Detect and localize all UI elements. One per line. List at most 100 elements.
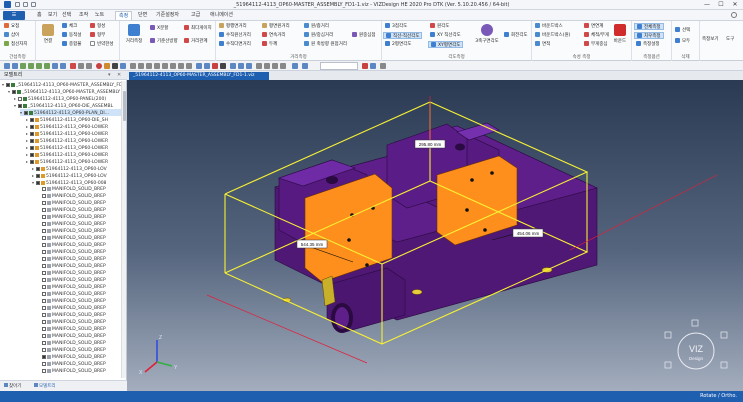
tree-row[interactable]: MANIFOLD_SOLID_BREP: [38, 291, 122, 298]
ribbon-item-active[interactable]: 전체측정: [634, 23, 664, 30]
tab-measure[interactable]: 측정: [115, 11, 133, 20]
ribbon-item[interactable]: 동적설: [62, 32, 81, 39]
connect-button[interactable]: 연결: [37, 23, 59, 51]
tab-section[interactable]: 단면: [135, 11, 150, 20]
tab-find[interactable]: 찾아기: [4, 383, 21, 390]
ribbon-item[interactable]: 원/중심거리: [304, 32, 333, 39]
red-sphere-icon[interactable]: [96, 63, 102, 69]
ribbon-item[interactable]: 3점각도: [385, 23, 407, 30]
record-icon[interactable]: [70, 63, 76, 69]
scroll-thumb[interactable]: [123, 91, 126, 121]
circle-icon[interactable]: [154, 63, 160, 69]
tree-row[interactable]: MANIFOLD_SOLID_BREP: [38, 200, 122, 207]
ribbon-item[interactable]: 2평면각도: [385, 41, 411, 48]
tree-row[interactable]: MANIFOLD_SOLID_BREP: [38, 326, 122, 333]
visibility-checkbox[interactable]: [30, 117, 34, 122]
sun-icon[interactable]: [104, 63, 110, 69]
redo-icon[interactable]: [60, 63, 66, 69]
document-tab[interactable]: _51964112-4113_OP60-MASTER_ASSEMBLY_FD1-…: [129, 72, 269, 80]
visibility-checkbox[interactable]: [12, 89, 16, 94]
tree-row[interactable]: MANIFOLD_SOLID_BREP: [38, 242, 122, 249]
copy-icon[interactable]: [196, 63, 202, 69]
file-menu-button[interactable]: ☰: [3, 11, 25, 20]
visibility-checkbox[interactable]: [42, 368, 46, 373]
ribbon-item[interactable]: 평행면거리: [219, 23, 247, 30]
ribbon-item[interactable]: 바운드박스: [535, 23, 563, 30]
ribbon-item[interactable]: 연속거리: [262, 32, 286, 39]
polyline-icon[interactable]: [138, 63, 144, 69]
tab-note[interactable]: 노트: [92, 11, 107, 20]
sphere-angle-button[interactable]: 3축구면각도: [474, 23, 500, 51]
visibility-checkbox[interactable]: [6, 82, 10, 87]
tree-row[interactable]: MANIFOLD_SOLID_BREP: [38, 298, 122, 305]
tree-row[interactable]: MANIFOLD_SOLID_BREP: [38, 207, 122, 214]
list-icon[interactable]: [380, 63, 386, 69]
visibility-checkbox[interactable]: [42, 249, 46, 254]
visibility-checkbox[interactable]: [42, 256, 46, 261]
ribbon-item-active[interactable]: 직선-직선각도: [383, 32, 423, 39]
view-cube-corner[interactable]: [664, 331, 672, 339]
tree-row[interactable]: MANIFOLD_SOLID_BREP: [38, 319, 122, 326]
tree-row[interactable]: ▸ 51964112-4113_OP60-LOWER: [26, 144, 122, 151]
ribbon-item[interactable]: 체크: [62, 23, 77, 30]
help-icon[interactable]: [731, 12, 737, 18]
save-icon[interactable]: [12, 63, 18, 69]
view-front-icon[interactable]: [28, 63, 34, 69]
rectangle-icon[interactable]: [146, 63, 152, 69]
paste-icon[interactable]: [204, 63, 210, 69]
minimize-button[interactable]: —: [700, 0, 714, 9]
ribbon-item[interactable]: 원 축방향 원점거리: [304, 41, 347, 48]
ribbon-item[interactable]: 최다게이지: [184, 25, 212, 32]
ribbon-item[interactable]: 종합불: [62, 41, 81, 48]
visibility-checkbox[interactable]: [30, 145, 34, 150]
save-icon[interactable]: [15, 2, 20, 7]
visibility-checkbox[interactable]: [30, 138, 34, 143]
visibility-checkbox[interactable]: [42, 354, 46, 359]
ribbon-item[interactable]: 삽이: [4, 32, 19, 39]
ribbon-item[interactable]: 거리관계: [184, 38, 208, 45]
ribbon-item[interactable]: 면적: [535, 41, 550, 48]
tree-row[interactable]: ▸ 51964112-4113_OP60-LOWER: [26, 137, 122, 144]
tree-scrollbar[interactable]: [121, 81, 126, 378]
undo-icon[interactable]: [23, 2, 28, 7]
tree-row[interactable]: MANIFOLD_SOLID_BREP: [38, 284, 122, 291]
ribbon-item[interactable]: 체적/무게: [584, 32, 609, 39]
visibility-checkbox[interactable]: [42, 207, 46, 212]
select-icon[interactable]: [120, 63, 126, 69]
line-icon[interactable]: [78, 63, 84, 69]
visibility-checkbox[interactable]: [36, 166, 40, 171]
visibility-checkbox[interactable]: [42, 284, 46, 289]
tree-row[interactable]: MANIFOLD_SOLID_BREP: [38, 249, 122, 256]
ribbon-item[interactable]: 측정설정: [636, 41, 660, 48]
tab-animation[interactable]: 애니메이션: [207, 11, 236, 20]
tab-home[interactable]: 홈: [34, 11, 45, 20]
view-cube-corner[interactable]: [664, 361, 672, 369]
tree-row[interactable]: MANIFOLD_SOLID_BREP: [38, 305, 122, 312]
font-icon[interactable]: [280, 63, 286, 69]
view-cube[interactable]: VIZ Design: [664, 319, 728, 370]
tree-row[interactable]: ▸ 51964112-4113_OP60-LOWER: [26, 130, 122, 137]
bound-button[interactable]: 바운드: [610, 23, 630, 51]
filter-icon[interactable]: [264, 63, 270, 69]
tree-row[interactable]: MANIFOLD_SOLID_BREP: [38, 368, 122, 375]
ribbon-item[interactable]: 빈약한성: [90, 41, 114, 48]
visibility-checkbox[interactable]: [30, 124, 34, 129]
tree-row[interactable]: MANIFOLD_SOLID_BREP: [38, 221, 122, 228]
visibility-checkbox[interactable]: [42, 186, 46, 191]
ribbon-item[interactable]: 선택: [675, 27, 690, 34]
search-input[interactable]: [320, 62, 358, 70]
tree-row[interactable]: MANIFOLD_SOLID_BREP: [38, 263, 122, 270]
ribbon-item[interactable]: 무게중심: [584, 41, 608, 48]
ribbon-item[interactable]: XY 직선각도: [430, 32, 461, 39]
visibility-checkbox[interactable]: [24, 110, 28, 115]
visibility-checkbox[interactable]: [42, 305, 46, 310]
delete-icon[interactable]: [212, 63, 218, 69]
tree-row[interactable]: ▸ 51964112-4113_OP60-LOWER: [26, 151, 122, 158]
fit-icon[interactable]: [20, 63, 26, 69]
tree-row[interactable]: MANIFOLD_SOLID_BREP: [38, 256, 122, 263]
tree-row[interactable]: MANIFOLD_SOLID_BREP: [38, 347, 122, 354]
clear-icon[interactable]: [362, 63, 368, 69]
tools-button[interactable]: 도구: [726, 36, 734, 43]
tree-row[interactable]: ▾ _51964112-4113_OP60-DIE_ASSEMBL: [14, 102, 122, 109]
visibility-checkbox[interactable]: [42, 242, 46, 247]
